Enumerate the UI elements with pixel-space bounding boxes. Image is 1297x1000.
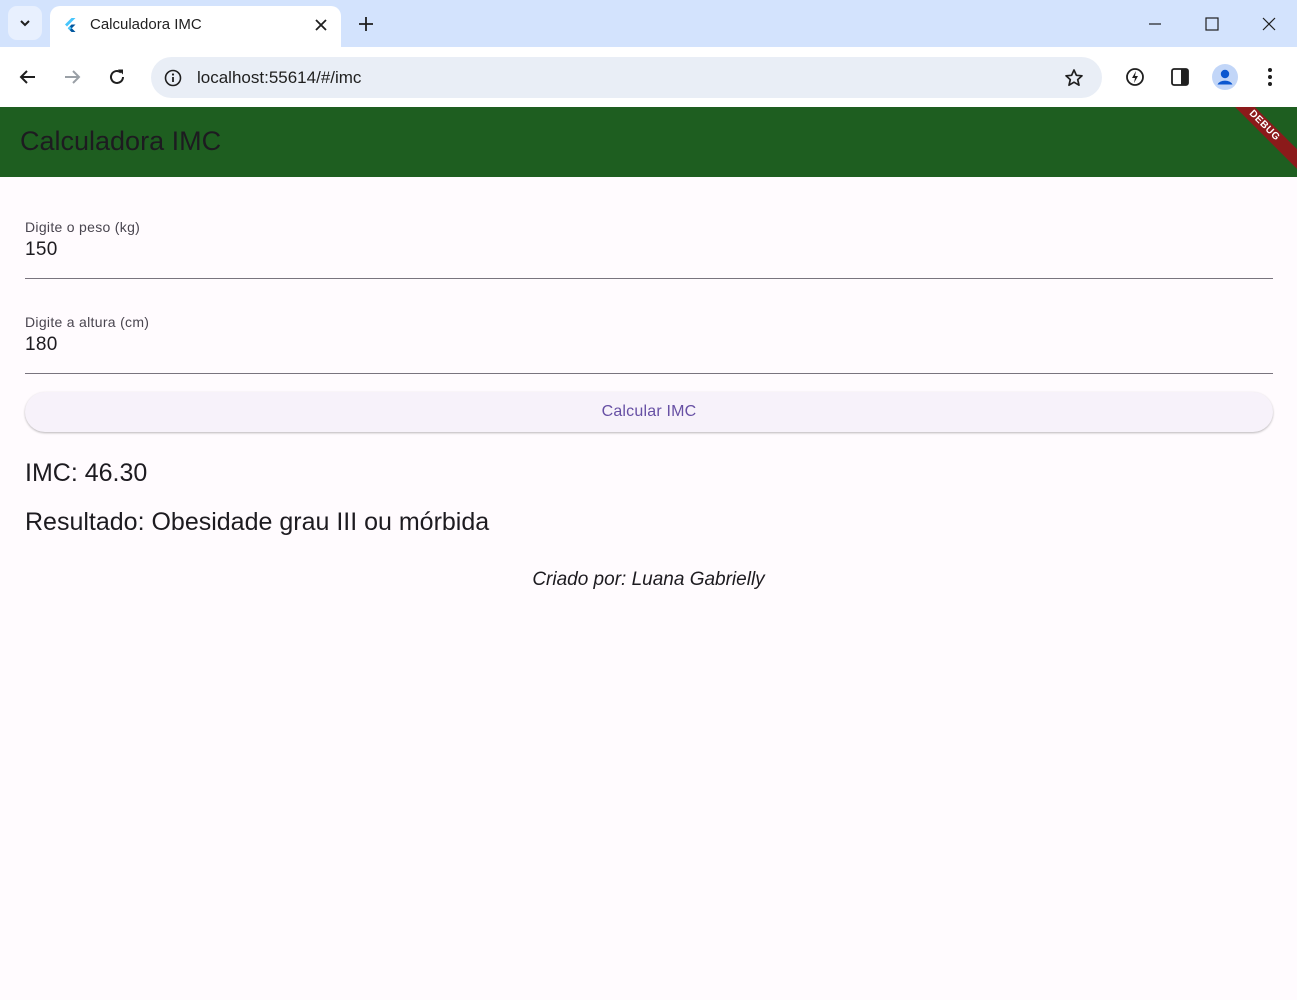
- forward-icon[interactable]: [56, 61, 88, 93]
- flutter-favicon-icon: [65, 18, 76, 32]
- menu-icon[interactable]: [1256, 63, 1284, 91]
- bookmark-star-icon[interactable]: [1062, 66, 1086, 90]
- back-icon[interactable]: [12, 61, 44, 93]
- height-field-label: Digite a altura (cm): [25, 314, 150, 330]
- calculate-button[interactable]: Calcular IMC: [25, 392, 1273, 432]
- close-tab-icon[interactable]: [311, 15, 331, 35]
- side-panel-icon[interactable]: [1166, 63, 1194, 91]
- chevron-down-icon: [20, 20, 30, 27]
- new-tab-icon[interactable]: [352, 10, 380, 38]
- tab-title: Calculadora IMC: [90, 16, 202, 33]
- browser-toolbar: localhost:55614/#/imc: [0, 47, 1297, 107]
- weight-field-label: Digite o peso (kg): [25, 219, 141, 235]
- maximize-icon[interactable]: [1183, 0, 1240, 47]
- site-info-icon[interactable]: [161, 66, 185, 90]
- imc-value: IMC: 46.30: [25, 459, 148, 487]
- active-tab[interactable]: Calculadora IMC: [50, 6, 341, 47]
- result-text: Resultado: Obesidade grau III ou mórbida: [25, 508, 490, 536]
- url-text[interactable]: localhost:55614/#/imc: [197, 68, 361, 88]
- height-field[interactable]: Digite a altura (cm) 180: [25, 314, 1273, 374]
- address-bar[interactable]: localhost:55614/#/imc: [151, 57, 1102, 98]
- close-window-icon[interactable]: [1240, 0, 1297, 47]
- reload-icon[interactable]: [101, 61, 133, 93]
- weight-field[interactable]: Digite o peso (kg) 150: [25, 219, 1273, 279]
- tab-search-button[interactable]: [8, 6, 42, 40]
- page-body: Digite o peso (kg) 150 Digite a altura (…: [0, 177, 1297, 1000]
- minimize-icon[interactable]: [1126, 0, 1183, 47]
- tab-strip: Calculadora IMC: [0, 0, 1297, 47]
- app-bar: Calculadora IMC DEBUG: [0, 107, 1297, 177]
- author-credit: Criado por: Luana Gabrielly: [532, 569, 765, 590]
- height-field-value[interactable]: 180: [25, 334, 58, 356]
- app-title: Calculadora IMC: [20, 126, 222, 156]
- performance-icon[interactable]: [1121, 63, 1149, 91]
- profile-icon[interactable]: [1211, 63, 1239, 91]
- debug-banner: DEBUG: [1220, 107, 1297, 170]
- weight-field-value[interactable]: 150: [25, 239, 58, 261]
